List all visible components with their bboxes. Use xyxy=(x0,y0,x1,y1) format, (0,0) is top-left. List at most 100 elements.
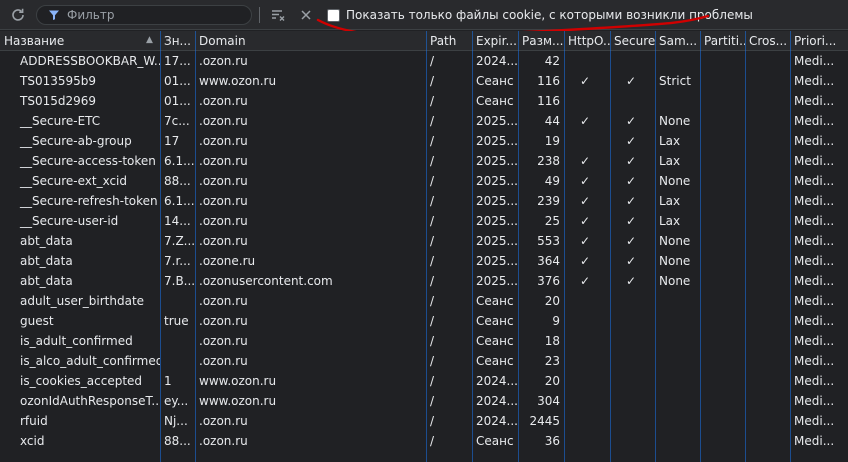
cell-cross xyxy=(745,311,790,331)
col-header-path[interactable]: Path xyxy=(426,31,472,51)
cell-size: 238 xyxy=(537,154,560,168)
table-row[interactable]: abt_data 7.Z... .ozon.ru / 2025... 553 ✓ ✓ None M… xyxy=(0,231,848,251)
cell-cross xyxy=(745,271,790,291)
col-header-secure[interactable]: Secure xyxy=(610,31,655,51)
col-header-expires[interactable]: Expir... xyxy=(472,31,518,51)
column-divider[interactable] xyxy=(426,31,427,462)
cell-partition xyxy=(700,191,745,211)
cell-size: 18 xyxy=(544,334,560,348)
filter-input[interactable] xyxy=(67,8,251,22)
cell-samesite xyxy=(655,371,700,391)
column-divider[interactable] xyxy=(610,31,611,462)
cell-http xyxy=(564,351,610,371)
col-header-partition[interactable]: Partiti... xyxy=(700,31,745,51)
delete-selected-icon[interactable] xyxy=(296,5,316,25)
refresh-icon[interactable] xyxy=(8,5,28,25)
cell-cross xyxy=(745,371,790,391)
cell-expires: 2024... xyxy=(476,374,518,388)
table-row[interactable]: __Secure-user-id 14... .ozon.ru / 2025... 25 ✓… xyxy=(0,211,848,231)
cell-expires: Сеанс xyxy=(476,294,514,308)
column-divider[interactable] xyxy=(472,31,473,462)
column-divider[interactable] xyxy=(655,31,656,462)
cell-path: / xyxy=(430,54,435,68)
cell-priority: Medi... xyxy=(794,334,835,348)
table-row[interactable]: is_adult_confirmed .ozon.ru / Сеанс 18 Medi..… xyxy=(0,331,848,351)
cell-priority: Medi... xyxy=(794,134,835,148)
cell-value xyxy=(160,291,195,311)
col-header-httponly[interactable]: HttpO... xyxy=(564,31,610,51)
col-header-samesite[interactable]: Sam... xyxy=(655,31,700,51)
table-row[interactable]: __Secure-ext_xcid 88... .ozon.ru / 2025... 49… xyxy=(0,171,848,191)
cell-value: 17 xyxy=(164,134,180,148)
col-header-name[interactable]: Название xyxy=(0,31,160,51)
cell-http: ✓ xyxy=(580,274,591,288)
cell-expires: 2025... xyxy=(476,114,518,128)
table-row[interactable]: __Secure-ab-group 17 .ozon.ru / 2025... 19 ✓ La… xyxy=(0,131,848,151)
cell-expires: Сеанс xyxy=(476,94,514,108)
cell-size: 23 xyxy=(544,354,560,368)
cell-path: / xyxy=(430,254,435,268)
table-row[interactable]: ozonIdAuthResponseT... ey... www.ozon.ru / 2… xyxy=(0,391,848,411)
col-header-size[interactable]: Разм... xyxy=(518,31,564,51)
column-divider[interactable] xyxy=(160,31,161,462)
cell-size: 20 xyxy=(544,294,560,308)
cell-name: ozonIdAuthResponseT... xyxy=(20,394,160,408)
filter-input-wrapper[interactable] xyxy=(36,5,252,25)
cell-domain: .ozon.ru xyxy=(199,354,248,368)
table-row[interactable]: abt_data 7.r... .ozone.ru / 2025... 364 ✓ ✓ None… xyxy=(0,251,848,271)
cell-partition xyxy=(700,151,745,171)
column-divider[interactable] xyxy=(745,31,746,462)
col-header-value[interactable]: Зн... xyxy=(160,31,195,51)
only-issues-checkbox-wrapper[interactable]: Показать только файлы cookie, с которыми… xyxy=(327,7,753,23)
table-row[interactable]: abt_data 7.B... .ozonusercontent.com / 2025.… xyxy=(0,271,848,291)
col-header-priority[interactable]: Priori... xyxy=(790,31,848,51)
cell-http xyxy=(564,91,610,111)
table-row[interactable]: __Secure-ETC 7c... .ozon.ru / 2025... 44 ✓ ✓ Non… xyxy=(0,111,848,131)
col-header-cross-site[interactable]: Cros... xyxy=(745,31,790,51)
table-header: Название ▲ Зн... Domain Path Expir... Ра… xyxy=(0,31,848,51)
column-divider[interactable] xyxy=(700,31,701,462)
cell-samesite: Lax xyxy=(659,214,681,228)
table-row[interactable]: ADDRESSBOOKBAR_W... 17... .ozon.ru / 2024...… xyxy=(0,51,848,71)
cell-name: __Secure-refresh-token xyxy=(20,194,158,208)
cell-name: is_cookies_accepted xyxy=(20,374,143,388)
sort-ascending-icon: ▲ xyxy=(146,35,153,45)
cell-path: / xyxy=(430,234,435,248)
cell-path: / xyxy=(430,174,435,188)
cell-value: 7.B... xyxy=(164,274,195,288)
cell-path: / xyxy=(430,354,435,368)
cell-partition xyxy=(700,291,745,311)
only-issues-checkbox[interactable] xyxy=(327,8,340,22)
column-divider[interactable] xyxy=(790,31,791,462)
cell-size: 116 xyxy=(537,74,560,88)
table-row[interactable]: TS013595b9 01... www.ozon.ru / Сеанс 116 ✓ ✓ Str… xyxy=(0,71,848,91)
column-divider[interactable] xyxy=(195,31,196,462)
table-row[interactable]: guest true .ozon.ru / Сеанс 9 Medi... xyxy=(0,311,848,331)
cell-cross xyxy=(745,111,790,131)
cell-value: 7.r... xyxy=(164,254,191,268)
table-row[interactable]: xcid 88... .ozon.ru / Сеанс 36 Medi... xyxy=(0,431,848,451)
cell-samesite: None xyxy=(659,274,691,288)
col-header-domain[interactable]: Domain xyxy=(195,31,426,51)
table-row[interactable]: is_alco_adult_confirmed .ozon.ru / Сеанс 23 M… xyxy=(0,351,848,371)
table-row[interactable]: TS015d2969 01... .ozon.ru / Сеанс 116 Medi... xyxy=(0,91,848,111)
table-row[interactable]: is_cookies_accepted 1 www.ozon.ru / 2024... 2… xyxy=(0,371,848,391)
cell-partition xyxy=(700,371,745,391)
column-divider[interactable] xyxy=(518,31,519,462)
cell-partition xyxy=(700,91,745,111)
clear-filtered-icon[interactable] xyxy=(268,5,288,25)
cell-path: / xyxy=(430,414,435,428)
cell-value: 14... xyxy=(164,214,191,228)
table-row[interactable]: __Secure-access-token 6.1... .ozon.ru / 2025… xyxy=(0,151,848,171)
column-divider[interactable] xyxy=(564,31,565,462)
cell-secure: ✓ xyxy=(626,234,637,248)
cell-domain: .ozon.ru xyxy=(199,94,248,108)
cell-priority: Medi... xyxy=(794,234,835,248)
table-row[interactable]: rfuid Nj... .ozon.ru / 2024... 2445 Medi... xyxy=(0,411,848,431)
table-row[interactable]: __Secure-refresh-token 6.1... .ozon.ru / 202… xyxy=(0,191,848,211)
table-row[interactable]: adult_user_birthdate .ozon.ru / Сеанс 20 Medi… xyxy=(0,291,848,311)
cell-size: 376 xyxy=(537,274,560,288)
cell-secure xyxy=(610,411,655,431)
cell-value xyxy=(160,331,195,351)
cell-size: 553 xyxy=(537,234,560,248)
